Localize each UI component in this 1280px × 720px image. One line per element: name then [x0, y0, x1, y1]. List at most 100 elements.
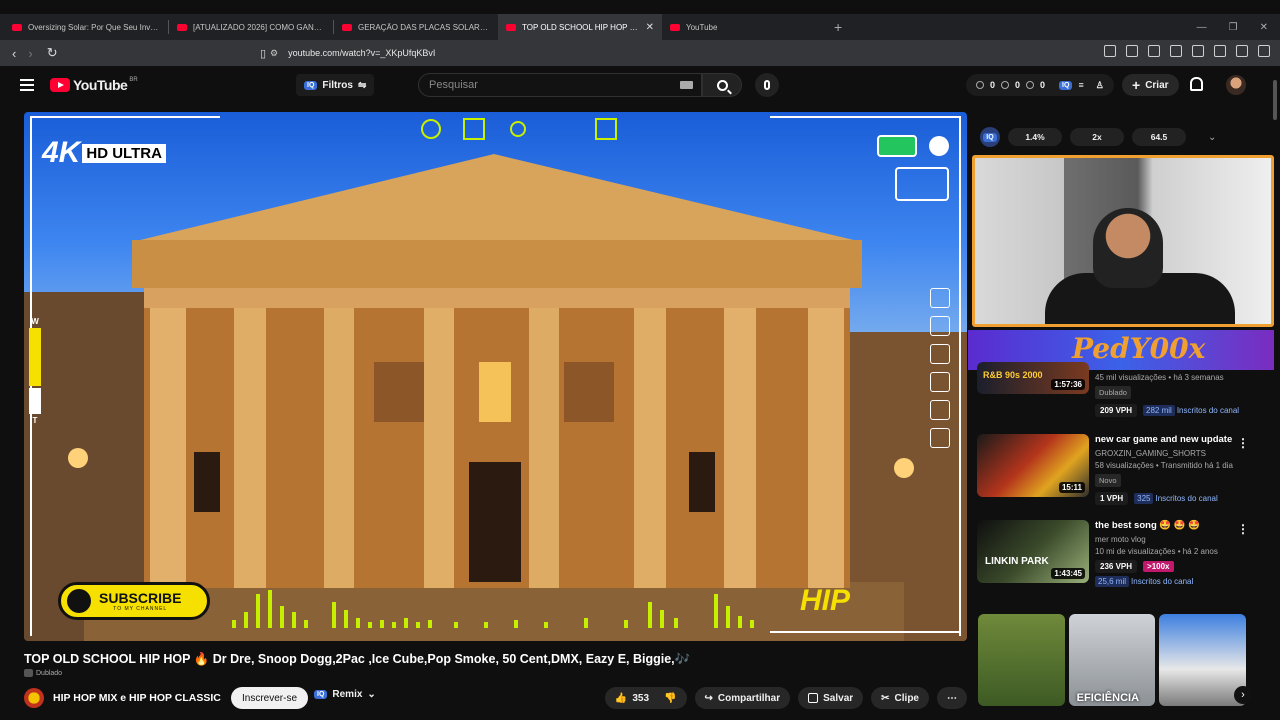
- youtube-play-icon: [50, 78, 70, 92]
- back-icon[interactable]: ‹: [12, 46, 16, 61]
- recommendation-info: 45 mil visualizações • há 3 semanas Dubl…: [1095, 362, 1245, 417]
- recommendation-item[interactable]: 15:11 new car game and new update GROXZI…: [977, 434, 1267, 505]
- voice-search-button[interactable]: [755, 73, 779, 97]
- close-tab-icon[interactable]: ✕: [646, 22, 654, 33]
- overlay-side-tools: [930, 288, 950, 448]
- channel-subs-row: 25,6 mil Inscritos do canal: [1095, 576, 1245, 587]
- shield-icon[interactable]: [1236, 45, 1248, 57]
- keyboard-icon[interactable]: [680, 81, 693, 89]
- more-options-icon[interactable]: ⋮: [1237, 436, 1249, 450]
- maximize-icon[interactable]: ❐: [1229, 22, 1238, 33]
- video-thumbnail[interactable]: 15:11: [977, 434, 1089, 497]
- recommendation-title[interactable]: new car game and new update: [1095, 434, 1245, 446]
- extension-stats[interactable]: 0 0 0 IQ ≡ ♙: [966, 74, 1114, 96]
- account-avatar[interactable]: [1226, 75, 1246, 95]
- channel-avatar[interactable]: [24, 688, 44, 708]
- notifications-bell-icon[interactable]: [1190, 77, 1203, 91]
- share-icon: ↪: [704, 692, 713, 704]
- subscribe-button[interactable]: Inscrever-se: [231, 687, 309, 709]
- memory-icon: [930, 316, 950, 336]
- minimize-icon[interactable]: —: [1197, 22, 1207, 33]
- clip-button[interactable]: ✂ Clipe: [871, 687, 929, 709]
- recommendation-info: the best song 🤩 🤩 🤩 mer moto vlog 10 mi …: [1095, 520, 1245, 587]
- extension-metric: 2x: [1070, 128, 1124, 146]
- recommendation-item[interactable]: LINKIN PARK 1:43:45 the best song 🤩 🤩 🤩 …: [977, 520, 1267, 588]
- bell-icon: [67, 589, 91, 613]
- extension-metric: 64.5: [1132, 128, 1186, 146]
- iq-extension-icon[interactable]: IQ: [980, 127, 1000, 147]
- filters-button[interactable]: IQ Filtros ⇋: [296, 74, 375, 96]
- level-bar-yellow: [29, 328, 41, 386]
- eye-icon: [1026, 81, 1035, 89]
- chevron-down-icon[interactable]: ⌄: [1208, 132, 1216, 143]
- scrollbar-thumb[interactable]: [1273, 80, 1277, 120]
- music-icon[interactable]: [1148, 45, 1160, 57]
- search-input[interactable]: Pesquisar: [418, 73, 702, 97]
- browser-tab[interactable]: GERAÇÃO DAS PLACAS SOLAR EM D: [334, 14, 498, 40]
- video-player[interactable]: 4K HD ULTRA W T SUBSCRIBE TO MY CHANNEL …: [24, 112, 967, 641]
- dubbed-badge: Dublado: [1095, 386, 1131, 399]
- recommendation-title[interactable]: the best song 🤩 🤩 🤩: [1095, 520, 1245, 532]
- menu-icon[interactable]: [1258, 45, 1270, 57]
- list-icon: ≡: [1078, 80, 1084, 90]
- extension-icon[interactable]: [1126, 45, 1138, 57]
- create-button[interactable]: + Criar: [1122, 74, 1179, 96]
- trophy-icon: ♙: [1095, 79, 1104, 90]
- search-button[interactable]: [702, 73, 742, 97]
- channel-name[interactable]: HIP HOP MIX e HIP HOP CLASSIC: [53, 692, 221, 704]
- short-thumbnail[interactable]: [978, 614, 1065, 706]
- short-thumbnail[interactable]: [1159, 614, 1247, 706]
- browser-tab[interactable]: [ATUALIZADO 2026] COMO GANHAR: [169, 14, 333, 40]
- level-bar-white: [29, 388, 41, 414]
- extension-icon[interactable]: [1104, 45, 1116, 57]
- page-scrollbar[interactable]: [1272, 78, 1278, 698]
- level-indicator: W T: [28, 317, 42, 425]
- save-button[interactable]: Salvar: [798, 687, 864, 709]
- browser-toolbar-icons: [1104, 45, 1270, 57]
- browser-tab[interactable]: YouTube: [662, 14, 826, 40]
- new-badge: Novo: [1095, 474, 1121, 487]
- subscribe-overlay-graphic: SUBSCRIBE TO MY CHANNEL: [58, 582, 210, 620]
- remix-button[interactable]: IQ Remix ⌄: [314, 689, 376, 700]
- wallet-icon[interactable]: [1192, 45, 1204, 57]
- hamburger-menu-icon[interactable]: [20, 79, 34, 91]
- iq-icon: IQ: [1059, 80, 1073, 90]
- thumbs-down-icon: 👎: [664, 692, 677, 704]
- webcam-person: [1093, 208, 1163, 288]
- video-thumbnail[interactable]: R&B 90s 2000 1:57:36: [977, 362, 1089, 394]
- bookmark-icon[interactable]: ▯: [260, 47, 266, 60]
- site-settings-icon[interactable]: ⚙: [270, 48, 278, 59]
- microphone-icon: [764, 80, 770, 90]
- sliders-icon: ⇋: [357, 79, 367, 91]
- ai-icon[interactable]: [1214, 45, 1226, 57]
- like-dislike-button[interactable]: 👍 353 👎: [604, 687, 687, 709]
- extension-metric: 1.4%: [1008, 128, 1062, 146]
- new-tab-icon[interactable]: +: [834, 19, 842, 35]
- more-dots-icon: ⋯: [947, 692, 957, 704]
- iq-icon: IQ: [304, 80, 318, 90]
- url-field[interactable]: ⚙ youtube.com/watch?v=_XKpUfqKBvI: [270, 43, 890, 63]
- close-window-icon[interactable]: ✕: [1260, 22, 1268, 33]
- browser-tab-active[interactable]: TOP OLD SCHOOL HIP HOP 🔥 D ✕: [498, 14, 662, 40]
- recommendation-channel[interactable]: GROXZIN_GAMING_SHORTS: [1095, 449, 1245, 458]
- more-options-icon[interactable]: ⋮: [1237, 522, 1249, 536]
- short-thumbnail[interactable]: EFICIÊNCIA: [1068, 614, 1156, 706]
- sidebar-icon[interactable]: [1170, 45, 1182, 57]
- youtube-logo[interactable]: YouTube BR: [50, 77, 138, 93]
- vph-stats: 236 VPH >100x: [1095, 560, 1245, 573]
- reload-icon[interactable]: ↻: [47, 45, 58, 61]
- forward-icon[interactable]: ›: [28, 46, 32, 61]
- grid-icon: [930, 400, 950, 420]
- camera-icon: [930, 344, 950, 364]
- recommendation-channel[interactable]: mer moto vlog: [1095, 535, 1245, 544]
- vph-stats: 209 VPH 282 mil Inscritos do canal: [1095, 404, 1245, 417]
- clock-icon: [976, 81, 984, 89]
- next-arrow-icon[interactable]: ›: [1234, 686, 1252, 704]
- iq-icon: IQ: [314, 690, 328, 699]
- share-button[interactable]: ↪ Compartilhar: [694, 687, 791, 709]
- youtube-favicon-icon: [177, 23, 187, 31]
- video-thumbnail[interactable]: LINKIN PARK 1:43:45: [977, 520, 1089, 583]
- recommendation-item[interactable]: R&B 90s 2000 1:57:36 45 mil visualizaçõe…: [977, 362, 1267, 422]
- browser-tab[interactable]: Oversizing Solar: Por Que Seu Inverso: [4, 14, 168, 40]
- more-actions-button[interactable]: ⋯: [937, 687, 967, 709]
